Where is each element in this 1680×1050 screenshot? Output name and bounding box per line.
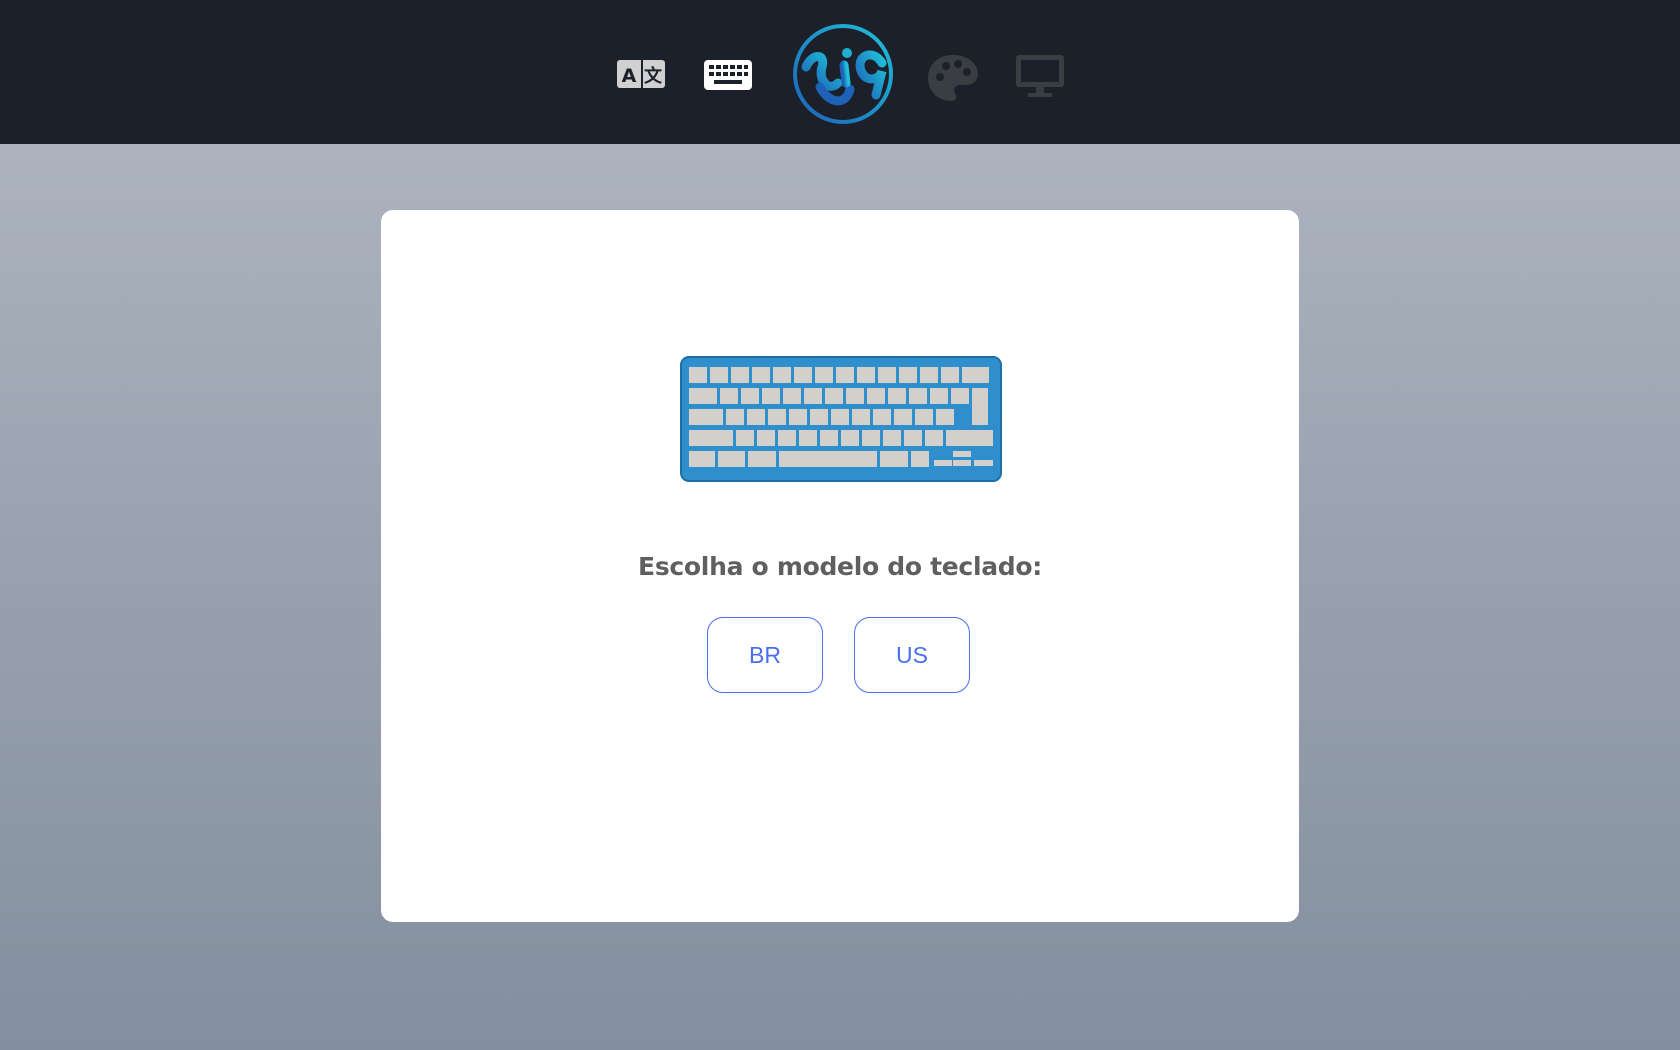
keycap [726,409,744,425]
keycap [846,388,864,404]
keycap [974,460,993,466]
keycap [862,430,880,446]
keycap [915,409,933,425]
keycap [934,460,952,466]
keyboard-icon[interactable] [703,58,753,92]
keycap [909,388,927,404]
keyboard-illustration [680,356,1002,482]
keycap [741,388,759,404]
keycap [747,409,765,425]
keycap [936,409,954,425]
keycap [794,367,812,383]
sig-logo [792,23,894,125]
keycap [783,388,801,404]
keycap [762,388,780,404]
keycap [689,409,723,425]
keycap [689,388,717,404]
keycap [841,430,859,446]
keycap [820,430,838,446]
keycap [736,430,754,446]
keycap [852,409,870,425]
keycap [951,388,969,404]
keycap [857,367,875,383]
keycap [689,430,733,446]
keycap [768,409,786,425]
keycap [904,430,922,446]
keycap [815,367,833,383]
keycap [748,451,776,467]
keycap [825,388,843,404]
keycap [689,367,707,383]
keycap [710,367,728,383]
keycap [925,430,943,446]
keycap [757,430,775,446]
language-icon[interactable]: A 文 [616,57,666,91]
keycap [867,388,885,404]
keycap [953,451,971,457]
palette-icon [926,53,980,103]
monitor-icon [1015,54,1065,98]
keycap [752,367,770,383]
keycap [941,367,959,383]
keycap [720,388,738,404]
svg-text:文: 文 [644,65,663,87]
keycap [888,388,906,404]
keycap [883,430,901,446]
keycap [779,451,877,467]
keycap [718,451,745,467]
keycap [972,388,988,425]
layout-br-button[interactable]: BR [707,617,823,693]
keycap [810,409,828,425]
keycap [689,451,715,467]
svg-text:A: A [622,65,637,87]
keycap [873,409,891,425]
keycap [930,388,948,404]
keycap [773,367,791,383]
keycap [899,367,917,383]
keycap [962,367,989,383]
keycap [799,430,817,446]
keycap [920,367,938,383]
layout-us-button[interactable]: US [854,617,970,693]
keycap [789,409,807,425]
keyboard-layout-prompt: Escolha o modelo do teclado: [638,552,1042,581]
keycap [946,430,993,446]
keycap [804,388,822,404]
keycap [831,409,849,425]
keycap [836,367,854,383]
keycap [953,460,971,466]
keycap [731,367,749,383]
keycap [878,367,896,383]
keycap [911,451,929,467]
keycap [778,430,796,446]
keycap [880,451,908,467]
keycap [894,409,912,425]
top-navigation-bar: A 文 [0,0,1680,144]
